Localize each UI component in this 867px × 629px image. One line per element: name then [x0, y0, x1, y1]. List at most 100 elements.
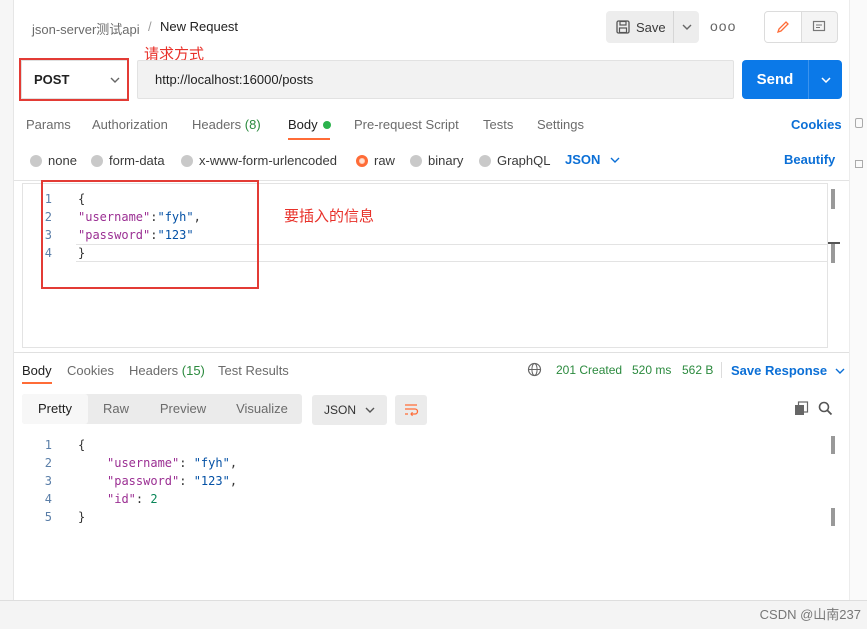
radio-graphql-label: GraphQL [497, 153, 551, 168]
more-actions-button[interactable]: ooo [710, 18, 736, 34]
json-comma: , [229, 456, 238, 470]
breadcrumb-separator: / [148, 19, 152, 34]
tab-pre-request-script[interactable]: Pre-request Script [354, 117, 459, 132]
line-number: 3 [44, 474, 52, 488]
body-format-dropdown[interactable]: JSON [565, 152, 620, 167]
tab-tests[interactable]: Tests [483, 117, 513, 132]
pencil-icon [776, 21, 789, 34]
comment-icon [813, 20, 826, 32]
save-response-label: Save Response [731, 363, 828, 378]
tab-body[interactable]: Body [288, 117, 332, 132]
radio-graphql[interactable]: GraphQL [479, 153, 550, 168]
chevron-down-icon [820, 76, 831, 83]
response-format-dropdown[interactable]: JSON [312, 395, 387, 425]
save-label: Save [636, 19, 666, 35]
doc-icon[interactable] [855, 160, 863, 168]
response-headers-label: Headers [129, 363, 179, 378]
response-headers-count: (15) [181, 363, 205, 378]
view-toggle[interactable] [764, 11, 838, 43]
request-name[interactable]: New Request [160, 19, 238, 34]
radio-raw-label: raw [374, 153, 395, 168]
active-tab-indicator [288, 138, 330, 140]
tab-headers[interactable]: Headers (8) [192, 117, 261, 132]
docs-view-button[interactable] [802, 12, 838, 42]
response-active-tab-indicator [22, 382, 52, 384]
json-value: "123" [193, 474, 230, 488]
search-icon[interactable] [818, 401, 833, 416]
send-dropdown-button[interactable] [809, 60, 842, 99]
response-tab-body[interactable]: Body [22, 363, 52, 378]
radio-dot [181, 154, 193, 167]
editor-scrollbar[interactable] [831, 189, 835, 209]
radio-raw[interactable]: raw [356, 153, 395, 168]
json-separator: : [135, 492, 151, 506]
radio-dot [479, 154, 491, 167]
method-highlight-box [19, 58, 129, 101]
chevron-down-icon [610, 157, 620, 163]
radio-binary[interactable]: binary [410, 153, 463, 168]
code-line: } [78, 510, 86, 524]
json-key: "password" [107, 474, 180, 488]
status-divider [721, 362, 722, 378]
editor-scrollbar-thumb[interactable] [831, 243, 835, 263]
body-format-value: JSON [565, 152, 601, 167]
view-tab-raw[interactable]: Raw [88, 394, 144, 424]
radio-urlencoded-label: x-www-form-urlencoded [199, 153, 337, 168]
view-tab-visualize[interactable]: Visualize [222, 394, 302, 424]
radio-form-data[interactable]: form-data [91, 153, 165, 168]
json-value: "fyh" [193, 456, 230, 470]
response-scrollbar[interactable] [831, 436, 835, 454]
save-main[interactable]: Save [606, 11, 674, 43]
radio-none[interactable]: none [30, 153, 77, 168]
tab-body-label: Body [288, 117, 318, 132]
save-button[interactable]: Save [606, 11, 699, 43]
breadcrumb-collection[interactable]: json-server测试api [32, 19, 140, 38]
response-tab-cookies[interactable]: Cookies [67, 363, 114, 378]
view-tab-preview[interactable]: Preview [144, 394, 222, 424]
code-line: "password": "123", [107, 472, 237, 490]
beautify-link[interactable]: Beautify [784, 152, 835, 167]
tab-settings[interactable]: Settings [537, 117, 584, 132]
response-tab-headers[interactable]: Headers (15) [129, 363, 205, 378]
url-input[interactable]: http://localhost:16000/posts [137, 60, 734, 99]
wrap-lines-icon [405, 404, 419, 417]
response-size[interactable]: 562 B [682, 363, 713, 377]
radio-dot [30, 154, 42, 167]
url-value: http://localhost:16000/posts [155, 72, 314, 87]
response-status[interactable]: 201 Created [556, 363, 622, 377]
editor-splitter[interactable] [828, 242, 840, 244]
response-body-code[interactable]: 1 { 2 "username": "fyh", 3 "password": "123… [30, 436, 430, 531]
json-key: "username" [107, 456, 180, 470]
tab-authorization[interactable]: Authorization [92, 117, 168, 132]
send-main[interactable]: Send [742, 60, 809, 99]
code-line: { [78, 438, 86, 452]
edit-view-button[interactable] [765, 12, 802, 42]
info-icon[interactable] [855, 118, 863, 128]
save-icon [616, 20, 630, 34]
code-line: "username": "fyh", [107, 454, 237, 472]
response-scrollbar-thumb[interactable] [831, 508, 835, 526]
response-view-tabs: Pretty Raw Preview Visualize [22, 394, 302, 424]
radio-dot [410, 154, 422, 167]
radio-form-data-label: form-data [109, 153, 165, 168]
tab-params[interactable]: Params [26, 117, 71, 132]
copy-icon[interactable] [794, 401, 809, 416]
json-separator: : [179, 474, 194, 488]
chevron-down-icon [835, 368, 845, 374]
line-number: 4 [44, 492, 52, 506]
response-time[interactable]: 520 ms [632, 363, 671, 377]
response-divider [14, 352, 849, 353]
save-response-button[interactable]: Save Response [731, 363, 845, 378]
wrap-lines-button[interactable] [395, 395, 427, 425]
response-tab-test-results[interactable]: Test Results [218, 363, 289, 378]
save-dropdown-button[interactable] [674, 24, 699, 30]
request-tabs: Params Authorization Headers (8) Body Pr… [0, 117, 840, 143]
cookies-link[interactable]: Cookies [791, 117, 842, 132]
response-format-value: JSON [324, 403, 357, 417]
radio-urlencoded[interactable]: x-www-form-urlencoded [181, 153, 337, 168]
right-sidebar-rail [849, 0, 867, 600]
view-tab-pretty[interactable]: Pretty [22, 394, 88, 424]
globe-icon[interactable] [527, 362, 542, 377]
send-button[interactable]: Send [742, 60, 842, 99]
tab-headers-label: Headers [192, 117, 242, 132]
